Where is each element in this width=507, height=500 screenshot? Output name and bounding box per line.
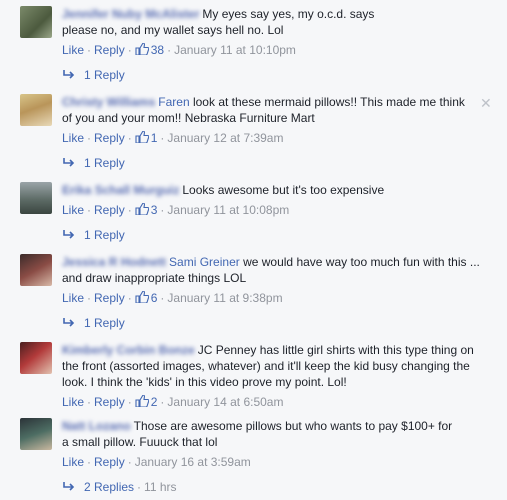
reply-arrow-icon [63, 230, 75, 239]
avatar[interactable] [20, 94, 52, 126]
reply-arrow-icon [63, 482, 75, 491]
thumbs-up-icon [135, 43, 149, 55]
timestamp[interactable]: January 11 at 9:38pm [167, 291, 282, 305]
avatar[interactable] [20, 254, 52, 286]
reply-link[interactable]: Reply [94, 203, 125, 217]
like-link[interactable]: Like [62, 131, 84, 145]
reply-link[interactable]: Reply [94, 291, 125, 305]
comment-author[interactable]: Christy Williams [62, 95, 155, 109]
like-link[interactable]: Like [62, 203, 84, 217]
comment-thread: Jennifer Nuby McAlister My eyes say yes, … [0, 0, 507, 500]
view-replies-link[interactable]: 1 Reply [62, 67, 125, 83]
thumbs-up-icon [135, 395, 149, 407]
view-replies-link[interactable]: 1 Reply [62, 155, 125, 171]
avatar[interactable] [20, 182, 52, 214]
reply-link[interactable]: Reply [94, 395, 125, 409]
timestamp[interactable]: January 11 at 10:08pm [167, 203, 289, 217]
timestamp[interactable]: January 16 at 3:59am [135, 455, 251, 469]
avatar[interactable] [20, 418, 52, 450]
view-replies-link[interactable]: 2 Replies · 11 hrs [62, 479, 177, 495]
thumbs-up-icon [135, 131, 149, 143]
mention-link[interactable]: Faren [158, 95, 189, 109]
like-link[interactable]: Like [62, 395, 84, 409]
like-link[interactable]: Like [62, 43, 84, 57]
timestamp[interactable]: January 14 at 6:50am [167, 395, 283, 409]
thumbs-up-icon [135, 291, 149, 303]
reply-link[interactable]: Reply [94, 455, 125, 469]
comment-author[interactable]: Natt Lozano [62, 419, 131, 433]
comment-text: Looks awesome but it's too expensive [182, 183, 385, 197]
thumbs-up-icon [135, 203, 149, 215]
reply-link[interactable]: Reply [94, 131, 125, 145]
close-icon[interactable]: ✕ [480, 96, 492, 110]
reply-arrow-icon [63, 318, 75, 327]
reply-arrow-icon [63, 158, 75, 167]
timestamp[interactable]: January 12 at 7:39am [167, 131, 283, 145]
comment-author[interactable]: Jennifer Nuby McAlister [62, 7, 199, 21]
like-link[interactable]: Like [62, 291, 84, 305]
reply-link[interactable]: Reply [94, 43, 125, 57]
view-replies-link[interactable]: 1 Reply [62, 227, 125, 243]
avatar[interactable] [20, 6, 52, 38]
reply-time: 11 hrs [144, 480, 177, 494]
comment-author[interactable]: Kimberly Corbin Bonze [62, 343, 195, 357]
comment-author[interactable]: Jessica R Hodnett [62, 255, 166, 269]
like-link[interactable]: Like [62, 455, 84, 469]
like-count[interactable]: 38 [151, 43, 164, 57]
mention-link[interactable]: Sami Greiner [169, 255, 240, 269]
reply-arrow-icon [63, 70, 75, 79]
view-replies-link[interactable]: 1 Reply [62, 315, 125, 331]
comment-author[interactable]: Erika Schall Murguiz [62, 183, 179, 197]
timestamp[interactable]: January 11 at 10:10pm [174, 43, 296, 57]
avatar[interactable] [20, 342, 52, 374]
